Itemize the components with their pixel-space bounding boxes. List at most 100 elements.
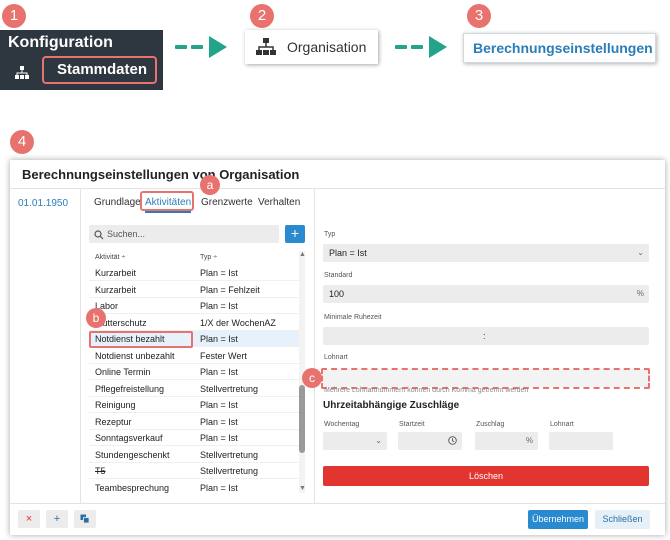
berechnungseinstellungen-button[interactable]: Berechnungseinstellungen — [463, 33, 656, 63]
typ-select[interactable]: Plan = Ist ⌄ — [323, 244, 649, 262]
remove-button[interactable]: × — [18, 510, 40, 528]
ruhezeit-input[interactable]: : — [323, 327, 649, 345]
typ-value: Plan = Ist — [329, 248, 367, 258]
standard-unit: % — [636, 289, 644, 298]
apply-button[interactable]: Übernehmen — [528, 510, 588, 529]
row-type: Plan = Ist — [200, 400, 238, 410]
col-zuschlag: Zuschlag — [476, 421, 505, 428]
tab-verhalten[interactable]: Verhalten — [258, 197, 300, 208]
col-startzeit: Startzeit — [399, 421, 425, 428]
lohnart-row-input[interactable] — [549, 432, 613, 450]
row-type: Plan = Ist — [200, 416, 238, 427]
flow-arrow-1 — [175, 36, 231, 58]
organisation-button[interactable]: Organisation — [245, 30, 378, 64]
delete-button[interactable]: Löschen — [323, 466, 649, 486]
row-type: Plan = Ist — [200, 367, 238, 377]
table-row[interactable]: Kurzarbeit Plan = Ist — [89, 265, 299, 281]
dialog-title: Berechnungseinstellungen von Organisatio… — [22, 167, 300, 182]
copy-icon — [80, 514, 90, 527]
col-header-activity[interactable]: Aktivität ÷ — [95, 254, 125, 261]
footer-divider — [10, 503, 665, 504]
row-type: Plan = Ist — [200, 334, 238, 344]
highlight-lohnart — [321, 368, 650, 389]
table-row[interactable]: T5 Stellvertretung — [89, 463, 299, 479]
table-row[interactable]: Pflegefreistellung Stellvertretung — [89, 381, 299, 397]
scroll-down-icon[interactable]: ▼ — [299, 485, 306, 492]
tab-grenzwerte[interactable]: Grenzwerte — [201, 197, 253, 208]
chevron-down-icon: ⌄ — [375, 436, 382, 445]
row-activity: Kurzarbeit — [95, 284, 137, 295]
table-row[interactable]: Stundengeschenkt Stellvertretung — [89, 447, 299, 463]
org-chart-icon — [255, 38, 277, 61]
row-activity: Pflegefreistellung — [95, 383, 165, 394]
row-type: Fester Wert — [200, 350, 247, 361]
left-divider — [80, 189, 81, 503]
row-activity: T5 — [95, 466, 106, 476]
search-icon — [94, 228, 104, 246]
ruhezeit-label: Minimale Ruhezeit — [324, 314, 382, 321]
row-type: Plan = Fehlzeit — [200, 284, 260, 295]
row-activity: Rezeptur — [95, 416, 132, 427]
highlight-tab — [140, 191, 194, 211]
col-header-type[interactable]: Typ ÷ — [200, 254, 217, 261]
row-type: Plan = Ist — [200, 268, 238, 278]
table-row[interactable]: Labor Plan = Ist — [89, 298, 299, 314]
marker-b: b — [86, 308, 106, 328]
startzeit-input[interactable] — [398, 432, 462, 450]
wochentag-select[interactable]: ⌄ — [323, 432, 387, 450]
step-badge-2: 2 — [250, 4, 274, 28]
table-row[interactable]: Rezeptur Plan = Ist — [89, 414, 299, 430]
list-header: Aktivität ÷ Typ ÷ — [89, 251, 299, 265]
row-activity: Reinigung — [95, 400, 136, 410]
scroll-up-icon[interactable]: ▲ — [299, 251, 306, 258]
standard-input[interactable]: 100 % — [323, 285, 649, 303]
typ-label: Typ — [324, 231, 336, 238]
hierarchy-icon — [14, 66, 30, 83]
col-wochentag: Wochentag — [324, 421, 360, 428]
lohnart-hint: Mehrere Lohnartnummern können durch Komm… — [324, 387, 529, 394]
date-entry[interactable]: 01.01.1950 — [18, 198, 68, 209]
close-button[interactable]: Schließen — [595, 510, 650, 529]
zuschlag-unit: % — [525, 436, 533, 445]
table-row[interactable]: Teambesprechung Plan = Ist — [89, 480, 299, 494]
search-input[interactable]: Suchen... — [89, 225, 279, 243]
table-row[interactable]: Notdienst unbezahlt Fester Wert — [89, 348, 299, 364]
row-type: Stellvertretung — [200, 383, 259, 394]
row-type: Plan = Ist — [200, 482, 238, 493]
row-activity: Online Termin — [95, 367, 151, 377]
marker-a: a — [200, 175, 220, 195]
step-badge-4: 4 — [10, 130, 34, 154]
standard-value: 100 — [329, 289, 345, 299]
middle-divider — [314, 189, 315, 503]
table-row[interactable]: Kurzarbeit Plan = Fehlzeit — [89, 282, 299, 298]
step-badge-3: 3 — [467, 4, 491, 28]
flow-arrow-2 — [395, 36, 451, 58]
menu-title: Konfiguration — [8, 34, 113, 51]
col-lohnart: Lohnart — [550, 421, 574, 428]
copy-button[interactable] — [74, 510, 96, 528]
clock-icon — [448, 432, 457, 452]
list-scrollbar-thumb[interactable] — [299, 385, 305, 453]
highlight-row — [89, 331, 193, 348]
ruhezeit-separator: : — [483, 331, 486, 341]
add-activity-button[interactable]: + — [285, 225, 305, 243]
table-row[interactable]: Sonntagsverkauf Plan = Ist — [89, 430, 299, 446]
lohnart-label: Lohnart — [324, 354, 348, 361]
tab-grundlage[interactable]: Grundlage — [94, 197, 141, 208]
stammdaten-menu-item[interactable]: Stammdaten — [42, 56, 157, 84]
marker-c: c — [302, 368, 322, 388]
row-activity: Stundengeschenkt — [95, 449, 170, 460]
title-divider — [10, 188, 665, 189]
table-row[interactable]: Reinigung Plan = Ist — [89, 397, 299, 413]
zuschlag-input[interactable]: % — [475, 432, 538, 450]
standard-label: Standard — [324, 272, 353, 279]
activity-list: Aktivität ÷ Typ ÷ Kurzarbeit Plan = Ist Ku… — [89, 251, 299, 493]
table-row[interactable]: Mutterschutz 1/X der WochenAZ — [89, 315, 299, 331]
chevron-down-icon: ⌄ — [637, 248, 644, 257]
row-type: Stellvertretung — [200, 466, 259, 476]
settings-dialog: Berechnungseinstellungen von Organisatio… — [10, 160, 665, 535]
step-badge-1: 1 — [2, 4, 26, 28]
add-button[interactable]: + — [46, 510, 68, 528]
zuschlaege-section-title: Uhrzeitabhängige Zuschläge — [323, 400, 460, 411]
table-row[interactable]: Online Termin Plan = Ist — [89, 364, 299, 380]
